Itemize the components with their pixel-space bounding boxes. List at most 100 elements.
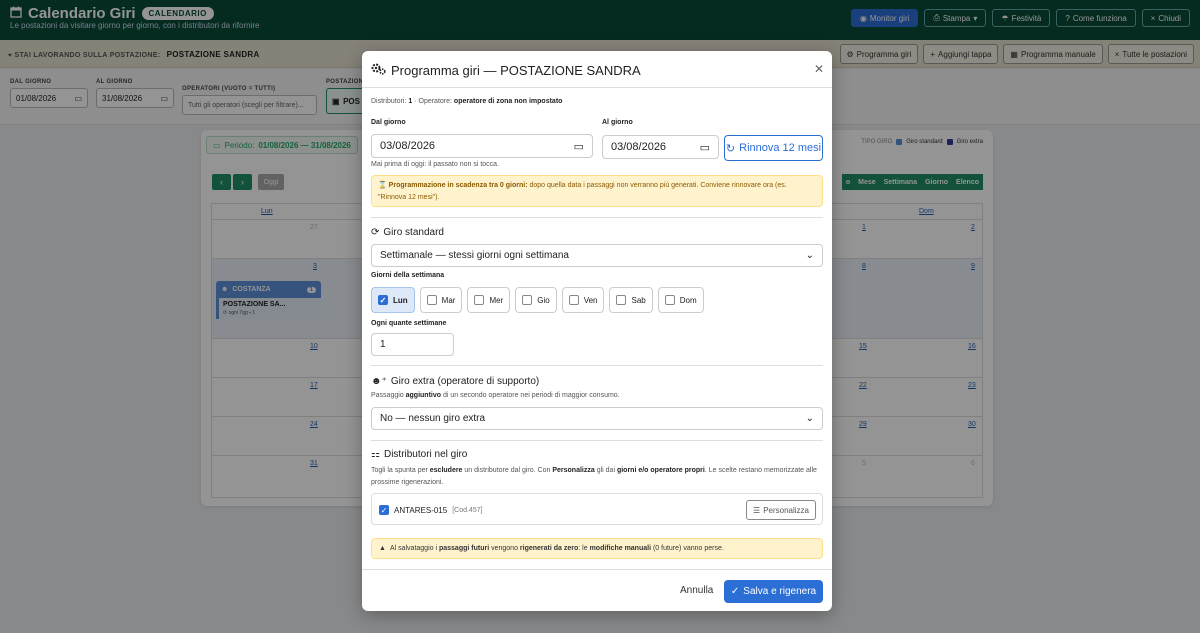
extra-description: Passaggio aggiuntivo di un secondo opera… bbox=[371, 392, 620, 399]
chevron-down-icon: ⌄ bbox=[805, 413, 814, 424]
modal-title-wrap: Programma giri — POSTAZIONE SANDRA bbox=[371, 62, 641, 78]
extra-title: Giro extra (operatore di supporto) bbox=[390, 376, 540, 387]
calendar-input-icon[interactable]: ▭ bbox=[574, 140, 584, 153]
weekday-ven[interactable]: Ven bbox=[561, 287, 605, 313]
weekday-label: Dom bbox=[679, 295, 697, 305]
refresh-icon: ↻ bbox=[725, 142, 736, 155]
weekday-label: Gio bbox=[537, 295, 550, 305]
dist-desc-d: Personalizza bbox=[552, 467, 595, 474]
notice-d: rigenerati da zero bbox=[519, 545, 579, 552]
extra-select-value: No — nessun giro extra bbox=[380, 413, 486, 424]
al-value: 03/08/2026 bbox=[611, 141, 667, 153]
personalizza-button[interactable]: ☰ Personalizza bbox=[746, 500, 816, 520]
close-icon: ✕ bbox=[813, 62, 824, 76]
calendar-input-icon[interactable]: ▭ bbox=[700, 141, 710, 154]
modal-info: Distributori: 1 · Operatore: operatore d… bbox=[371, 98, 562, 105]
weekday-checkbox[interactable]: ✓ bbox=[378, 295, 388, 305]
dist-description: Togli la spunta per escludere un distrib… bbox=[371, 465, 823, 489]
dal-label: Dal giorno bbox=[371, 119, 406, 126]
distributor-row: ✓ ANTARES-015 [Cod.457] ☰ Personalizza bbox=[371, 493, 823, 525]
info-count: 1 bbox=[408, 98, 413, 105]
weeks-label: Ogni quante settimane bbox=[371, 320, 447, 327]
regeneration-notice: ▲ Al salvataggio i passaggi futuri vengo… bbox=[371, 538, 823, 559]
weekday-mar[interactable]: Mar bbox=[419, 287, 463, 313]
extra-desc-c: di un secondo operatore nei periodi di m… bbox=[441, 392, 620, 399]
personalizza-label: Personalizza bbox=[763, 505, 809, 515]
weekday-checkbox[interactable] bbox=[522, 295, 533, 305]
weekday-mer[interactable]: Mer bbox=[467, 287, 511, 313]
weekday-checkbox[interactable] bbox=[474, 295, 485, 305]
notice-b: passaggi futuri bbox=[438, 545, 490, 552]
hourglass-icon: ⌛ bbox=[378, 182, 387, 189]
extra-select[interactable]: No — nessun giro extra ⌄ bbox=[371, 407, 823, 430]
weekday-gio[interactable]: Gio bbox=[515, 287, 557, 313]
sliders-icon: ☰ bbox=[753, 505, 761, 515]
salva-rigenera-button[interactable]: ✓ Salva e rigenera bbox=[724, 580, 823, 603]
al-label: Al giorno bbox=[602, 119, 633, 126]
days-label: Giorni della settimana bbox=[371, 272, 445, 279]
dist-desc-a: Togli la spunta per bbox=[371, 467, 430, 474]
warning-bold: Programmazione in scadenza tra 0 giorni: bbox=[388, 182, 528, 189]
expiry-warning: ⌛ Programmazione in scadenza tra 0 giorn… bbox=[371, 175, 823, 207]
info-mid: · Operatore: bbox=[414, 98, 452, 105]
weekday-label: Mar bbox=[441, 295, 456, 305]
sitemap-icon: ⚏ bbox=[371, 449, 380, 460]
notice-text: Al salvataggio i passaggi futuri vengono… bbox=[390, 545, 724, 552]
weekday-label: Ven bbox=[583, 295, 598, 305]
rinnova-button[interactable]: ↻ Rinnova 12 mesi bbox=[724, 135, 823, 161]
divider bbox=[371, 217, 823, 218]
programma-giri-modal: Programma giri — POSTAZIONE SANDRA ✕ Dis… bbox=[362, 51, 832, 611]
salva-rigenera-label: Salva e rigenera bbox=[743, 586, 817, 597]
weekday-label: Lun bbox=[393, 295, 408, 305]
extra-desc-b: aggiuntivo bbox=[405, 392, 442, 399]
notice-e: : le bbox=[578, 545, 590, 552]
weekday-dom[interactable]: Dom bbox=[657, 287, 704, 313]
info-prefix: Distributori: bbox=[371, 98, 407, 105]
weeks-value: 1 bbox=[380, 339, 386, 350]
dist-desc-e: gli dai bbox=[594, 467, 617, 474]
std-select-value: Settimanale — stessi giorni ogni settima… bbox=[380, 250, 569, 261]
notice-f: modifiche manuali bbox=[589, 545, 652, 552]
divider bbox=[371, 440, 823, 441]
distributor-checkbox[interactable]: ✓ bbox=[379, 505, 389, 515]
distributor-item: ✓ ANTARES-015 [Cod.457] bbox=[379, 505, 483, 515]
rinnova-label: Rinnova 12 mesi bbox=[739, 142, 822, 154]
dal-input[interactable]: 03/08/2026 ▭ bbox=[371, 134, 593, 158]
notice-g: (0 future) vanno perse. bbox=[651, 545, 724, 552]
std-title: Giro standard bbox=[383, 227, 444, 238]
std-frequency-select[interactable]: Settimanale — stessi giorni ogni settima… bbox=[371, 244, 823, 267]
modal-footer: Annulla ✓ Salva e rigenera bbox=[362, 569, 832, 611]
weekday-checkbox[interactable] bbox=[664, 295, 675, 305]
weeks-input[interactable]: 1 bbox=[371, 333, 454, 356]
modal-close-button[interactable]: ✕ bbox=[814, 62, 824, 76]
weekday-sab[interactable]: Sab bbox=[609, 287, 653, 313]
weekday-lun[interactable]: ✓ Lun bbox=[371, 287, 415, 313]
dist-desc-f: giorni e/o operatore propri bbox=[616, 467, 705, 474]
info-operator: operatore di zona non impostato bbox=[453, 98, 563, 105]
weekday-label: Mer bbox=[489, 295, 504, 305]
extra-desc-a: Passaggio bbox=[371, 392, 406, 399]
dist-desc-b: escludere bbox=[429, 467, 463, 474]
weekday-checkboxes: ✓ Lun Mar Mer Gio Ven Sab Dom bbox=[371, 287, 704, 313]
distributor-name: ANTARES-015 bbox=[394, 505, 448, 515]
warning-icon: ▲ bbox=[379, 545, 386, 552]
dist-desc-c: un distributore dal giro. Con bbox=[462, 467, 553, 474]
user-plus-icon: ☻⁺ bbox=[371, 376, 387, 387]
notice-c: vengono bbox=[489, 545, 520, 552]
divider bbox=[371, 365, 823, 366]
dal-value: 03/08/2026 bbox=[380, 140, 436, 152]
std-section-title: ⟳ Giro standard bbox=[371, 227, 444, 238]
date-hint: Mai prima di oggi: il passato non si toc… bbox=[371, 161, 500, 168]
dist-section-title: ⚏ Distributori nel giro bbox=[371, 449, 467, 460]
weekday-label: Sab bbox=[631, 295, 646, 305]
weekday-checkbox[interactable] bbox=[568, 295, 579, 305]
weekday-checkbox[interactable] bbox=[426, 295, 437, 305]
modal-title: Programma giri — POSTAZIONE SANDRA bbox=[391, 62, 641, 78]
dist-title: Distributori nel giro bbox=[383, 449, 468, 460]
annulla-button[interactable]: Annulla bbox=[676, 581, 717, 600]
weekday-checkbox[interactable] bbox=[616, 295, 627, 305]
al-input[interactable]: 03/08/2026 ▭ bbox=[602, 135, 719, 159]
modal-header: Programma giri — POSTAZIONE SANDRA ✕ bbox=[362, 51, 832, 88]
chevron-down-icon: ⌄ bbox=[805, 250, 814, 261]
extra-section-title: ☻⁺ Giro extra (operatore di supporto) bbox=[371, 376, 539, 387]
